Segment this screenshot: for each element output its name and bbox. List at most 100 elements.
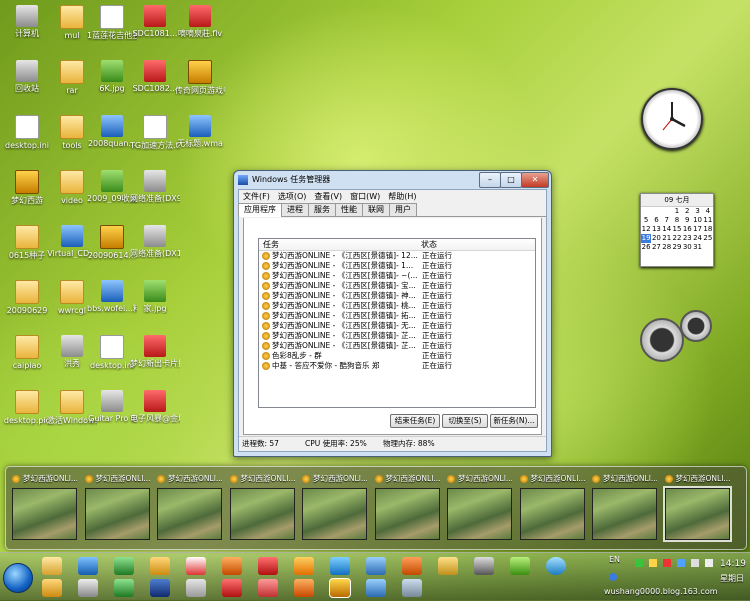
table-row[interactable]: 梦幻西游ONLINE - 《江西区[景德镇]- 桃... 正在运行 — [259, 301, 535, 311]
calendar-day[interactable]: 2 — [682, 207, 692, 216]
browser2-icon[interactable] — [366, 579, 386, 597]
ie-icon[interactable] — [78, 557, 98, 575]
calendar-day[interactable]: 23 — [682, 234, 692, 243]
window-thumbnail[interactable]: 梦幻西游ONLI... — [84, 473, 150, 543]
window-thumbnail[interactable]: 梦幻西游ONLI... — [229, 473, 295, 543]
calendar-day[interactable]: 11 — [703, 216, 713, 225]
table-row[interactable]: 梦幻西游ONLINE - 《江西区[景德镇]- ~(... 正在运行 — [259, 271, 535, 281]
menu-item[interactable]: 查看(V) — [310, 192, 346, 201]
tray-icon-1[interactable] — [635, 559, 643, 567]
calendar-day[interactable]: 19 — [641, 234, 652, 243]
tab[interactable]: 联网 — [362, 203, 390, 216]
column-task[interactable]: 任务 — [263, 239, 279, 250]
browser-icon[interactable] — [366, 557, 386, 575]
table-row[interactable]: 梦幻西游ONLINE - 《江西区[景德镇]- 拓... 正在运行 — [259, 311, 535, 321]
menu-item[interactable]: 窗口(W) — [346, 192, 384, 201]
window-thumbnail[interactable]: 梦幻西游ONLI... — [519, 473, 585, 543]
qq-small-icon[interactable] — [42, 579, 62, 597]
calendar-day[interactable]: 5 — [641, 216, 651, 225]
calendar-day[interactable]: 22 — [672, 234, 682, 243]
tool-icon[interactable] — [78, 579, 98, 597]
window-thumbnail[interactable]: 梦幻西游ONLI... — [374, 473, 440, 543]
help-icon[interactable] — [609, 573, 617, 581]
calendar-day[interactable]: 16 — [682, 225, 692, 234]
calendar-day[interactable]: 27 — [651, 243, 661, 252]
kugou-icon[interactable] — [438, 557, 458, 575]
cs-icon[interactable] — [474, 557, 494, 575]
desktop-icon[interactable]: 回收站 — [2, 60, 52, 94]
window-thumbnail[interactable]: 梦幻西游ONLI... — [447, 473, 512, 543]
desktop-icon[interactable]: 传奇网页游戏中心 — [175, 60, 225, 96]
calendar-day[interactable]: 9 — [682, 216, 692, 225]
calendar-day[interactable]: 7 — [662, 216, 672, 225]
desktop-icon[interactable]: 0615种子 — [2, 225, 52, 261]
calendar-day[interactable]: 18 — [703, 225, 713, 234]
desktop-icon[interactable]: 梦幻新出卡片推荐中文版... — [130, 335, 180, 369]
desktop-icon[interactable]: SDC1082... — [130, 60, 180, 94]
window-thumbnail[interactable]: 梦幻西游ONLI... — [157, 473, 222, 543]
explorer-icon[interactable] — [42, 557, 62, 575]
calendar-day[interactable]: 20 — [651, 234, 661, 243]
calendar-day[interactable]: 13 — [651, 225, 661, 234]
green-app-icon[interactable] — [510, 557, 530, 575]
game-icon[interactable] — [222, 557, 242, 575]
table-row[interactable]: 梦幻西游ONLINE - 《江西区[景德镇]- 1... 正在运行 — [259, 261, 535, 271]
calendar-day[interactable]: 25 — [703, 234, 713, 243]
menu-item[interactable]: 帮助(H) — [384, 192, 420, 201]
calendar-day[interactable]: 21 — [662, 234, 672, 243]
desktop-icon[interactable]: 无标题.wma — [175, 115, 225, 149]
start-button[interactable] — [3, 563, 33, 593]
new-task-button[interactable]: 新任务(N)... — [490, 414, 538, 428]
tab[interactable]: 进程 — [281, 203, 309, 216]
qq-icon[interactable] — [258, 557, 278, 575]
window-thumbnail[interactable]: 梦幻西游ONLI... — [302, 473, 367, 543]
media-player-icon[interactable] — [402, 557, 422, 575]
qq-game-icon[interactable] — [222, 579, 242, 597]
calendar-day[interactable]: 14 — [662, 225, 672, 234]
clock-gadget[interactable] — [641, 88, 703, 150]
calendar-day[interactable]: 6 — [651, 216, 661, 225]
close-button[interactable]: ✕ — [521, 172, 549, 188]
desktop-icon[interactable]: 网络准备(DX10) — [130, 225, 180, 259]
desktop-icon[interactable]: TG加速方法.txt — [130, 115, 180, 151]
menu-item[interactable]: 选项(O) — [274, 192, 311, 201]
window-thumbnail[interactable]: 梦幻西游ONLI... — [592, 473, 657, 543]
calendar-day[interactable]: 10 — [692, 216, 702, 225]
network-icon[interactable] — [691, 559, 699, 567]
menu-item[interactable]: 文件(F) — [239, 192, 274, 201]
calendar-day[interactable]: 30 — [682, 243, 692, 252]
calendar-gadget[interactable]: 09 七月 1 2 3 4 5 6 7 8 9 10 11 12 13 14 15 16 17 18 19 20 21 2… — [640, 193, 714, 267]
table-row[interactable]: 梦幻西游ONLINE - 《江西区[景德镇]- 无... 正在运行 — [259, 321, 535, 331]
tab[interactable]: 应用程序 — [238, 203, 282, 217]
player-icon[interactable] — [114, 579, 134, 597]
k-app-icon[interactable] — [546, 557, 566, 575]
calendar-day[interactable]: 3 — [692, 207, 702, 216]
window-titlebar[interactable]: Windows 任务管理器 – □ ✕ — [234, 171, 551, 189]
table-row[interactable]: 梦幻西游ONLINE - 《江西区[景德镇]- 芷... 正在运行 — [259, 331, 535, 341]
mail-icon[interactable] — [150, 557, 170, 575]
menghuan-taskbar-icon[interactable] — [329, 578, 351, 598]
table-row[interactable]: 梦幻西游ONLINE - 《江西区[景德镇]- 12... 正在运行 — [259, 251, 535, 261]
table-row[interactable]: 梦幻西游ONLINE - 《江西区[景德镇]- 宝... 正在运行 — [259, 281, 535, 291]
task-manager-window[interactable]: Windows 任务管理器 – □ ✕ 文件(F) 选项(O) 查看(V) 窗口(W)… — [233, 170, 552, 457]
maximize-button[interactable]: □ — [500, 172, 522, 188]
desktop-icon[interactable]: desktop.pic — [2, 390, 52, 426]
desktop-icon[interactable]: 家.jpg — [130, 280, 180, 314]
app-icon[interactable] — [258, 579, 278, 597]
window-thumbnail[interactable]: 梦幻西游ONLI... — [662, 473, 732, 543]
desktop-icon[interactable]: desktop.ini — [2, 115, 52, 151]
calendar-day[interactable]: 4 — [703, 207, 713, 216]
calendar-day[interactable]: 24 — [692, 234, 702, 243]
tab[interactable]: 用户 — [389, 203, 417, 216]
file-icon[interactable] — [186, 579, 206, 597]
desktop-icon[interactable]: 嘀嘀泉莊.flv — [175, 5, 225, 39]
task-manager-taskbar-icon[interactable] — [402, 579, 422, 597]
calendar-day[interactable]: 29 — [672, 243, 682, 252]
desktop-icon[interactable]: 电子风暴@金城家园... — [130, 390, 180, 424]
tray-icon-4[interactable] — [677, 559, 685, 567]
tray-icon-2[interactable] — [649, 559, 657, 567]
desktop-icon[interactable]: 网络准备(DX9) — [130, 170, 180, 204]
desktop-icon[interactable]: 20090629 — [2, 280, 52, 316]
photoshop-icon[interactable] — [150, 579, 170, 597]
task-list[interactable]: 任务 状态 梦幻西游ONLINE - 《江西区[景德镇]- 12... 正在运行梦… — [258, 238, 536, 408]
